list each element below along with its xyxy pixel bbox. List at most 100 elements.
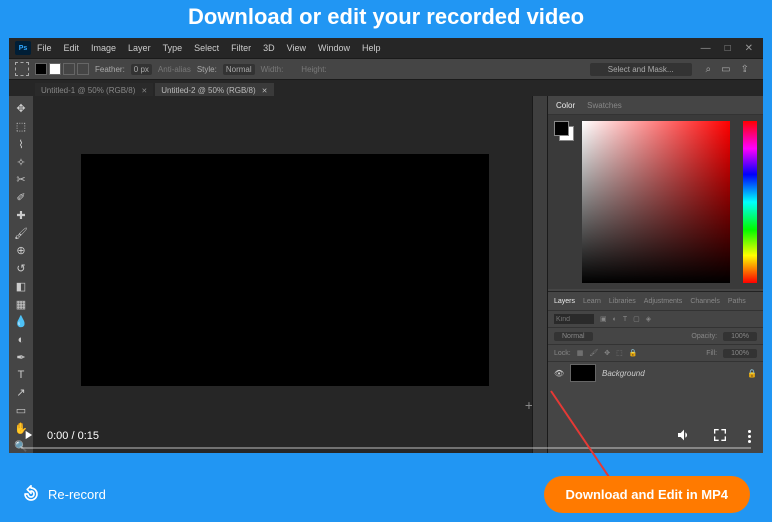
healing-tool-icon[interactable]: ✚: [12, 209, 30, 223]
brush-tool-icon[interactable]: 🖌: [12, 226, 30, 240]
dodge-tool-icon[interactable]: ◐: [12, 333, 30, 347]
footer-bar: Re-record Download and Edit in MP4: [0, 466, 772, 522]
right-panels: Color Swatches Layers Learn Libraries Ad…: [547, 96, 763, 453]
tab-channels[interactable]: Channels: [690, 298, 720, 305]
minimize-icon[interactable]: —: [701, 43, 711, 54]
title-bar: Ps File Edit Image Layer Type Select Fil…: [9, 38, 763, 58]
opacity-input[interactable]: 100%: [723, 332, 757, 341]
video-controls: 0:00 / 0:15: [9, 419, 763, 453]
lock-all-icon[interactable]: 🔒: [629, 349, 638, 357]
blur-tool-icon[interactable]: 💧: [12, 315, 30, 329]
refresh-icon: [22, 485, 40, 503]
tab-libraries[interactable]: Libraries: [609, 298, 636, 305]
history-brush-icon[interactable]: ↺: [12, 262, 30, 276]
marquee-tool-icon[interactable]: [15, 62, 29, 76]
options-bar: Feather: 0 px Anti-alias Style: Normal W…: [9, 58, 763, 80]
crop-tool-icon[interactable]: ✂: [12, 173, 30, 187]
fg-bg-swatch[interactable]: [554, 121, 574, 141]
workspace-icon[interactable]: ▭: [721, 64, 730, 75]
lock-position-icon[interactable]: ✥: [604, 349, 610, 357]
saturation-field[interactable]: [582, 121, 730, 283]
selection-mode-icons[interactable]: [35, 63, 89, 75]
filter-type-icon[interactable]: T: [623, 316, 627, 323]
layer-thumbnail[interactable]: [570, 364, 596, 382]
tab-swatches[interactable]: Swatches: [587, 101, 622, 110]
menu-window[interactable]: Window: [318, 43, 350, 53]
re-record-label: Re-record: [48, 487, 106, 502]
select-mask-button[interactable]: Select and Mask...: [590, 63, 692, 76]
share-icon[interactable]: ⇪: [741, 64, 749, 75]
fill-label: Fill:: [706, 350, 717, 357]
tab-paths[interactable]: Paths: [728, 298, 746, 305]
video-time: 0:00 / 0:15: [47, 430, 99, 442]
menu-type[interactable]: Type: [163, 43, 183, 53]
more-options-icon[interactable]: [748, 430, 751, 443]
visibility-icon[interactable]: 👁: [554, 369, 564, 378]
maximize-icon[interactable]: □: [725, 43, 731, 54]
canvas-area: +: [33, 96, 547, 453]
menu-select[interactable]: Select: [194, 43, 219, 53]
filter-adjust-icon[interactable]: ◐: [613, 316, 617, 323]
style-select[interactable]: Normal: [223, 64, 255, 75]
menu-view[interactable]: View: [287, 43, 306, 53]
menu-file[interactable]: File: [37, 43, 52, 53]
re-record-button[interactable]: Re-record: [22, 485, 106, 503]
tab-learn[interactable]: Learn: [583, 298, 601, 305]
document-canvas[interactable]: [81, 154, 489, 386]
wand-tool-icon[interactable]: ✧: [12, 155, 30, 169]
color-picker: [548, 115, 763, 289]
menu-layer[interactable]: Layer: [128, 43, 151, 53]
filter-pixel-icon[interactable]: ▣: [600, 315, 607, 323]
filter-shape-icon[interactable]: ▢: [633, 315, 640, 323]
tab-adjustments[interactable]: Adjustments: [644, 298, 683, 305]
tab-layers[interactable]: Layers: [554, 298, 575, 305]
fullscreen-icon[interactable]: [712, 427, 728, 446]
width-label: Width:: [261, 65, 284, 74]
tab-close-icon[interactable]: ✕: [141, 87, 147, 95]
lock-artboard-icon[interactable]: ⬚: [616, 349, 623, 357]
move-tool-icon[interactable]: ✥: [12, 102, 30, 116]
height-label: Height:: [301, 65, 326, 74]
gradient-tool-icon[interactable]: ▦: [12, 297, 30, 311]
menu-image[interactable]: Image: [91, 43, 116, 53]
layer-name-label: Background: [602, 369, 645, 378]
video-progress-bar[interactable]: [21, 447, 751, 449]
marquee-tool-icon[interactable]: ⬚: [12, 120, 30, 134]
blend-mode-select[interactable]: Normal: [554, 332, 593, 341]
collapsed-panel-strip[interactable]: [532, 96, 547, 453]
menu-filter[interactable]: Filter: [231, 43, 251, 53]
volume-icon[interactable]: [676, 427, 692, 446]
lock-transparency-icon[interactable]: ▦: [577, 349, 584, 357]
download-edit-button[interactable]: Download and Edit in MP4: [544, 476, 751, 513]
antialias-label: Anti-alias: [158, 65, 191, 74]
play-button[interactable]: [21, 428, 35, 445]
hue-slider[interactable]: [743, 121, 757, 283]
filter-smart-icon[interactable]: ◈: [646, 315, 651, 323]
tools-panel: ✥ ⬚ ⌇ ✧ ✂ ✐ ✚ 🖌 ⊕ ↺ ◧ ▦ 💧 ◐ ✒ T ↗ ▭ ✋ 🔍: [9, 96, 33, 453]
path-tool-icon[interactable]: ↗: [12, 386, 30, 400]
menu-3d[interactable]: 3D: [263, 43, 275, 53]
layer-filter-input[interactable]: [554, 314, 594, 324]
feather-input[interactable]: 0 px: [131, 64, 152, 75]
eraser-tool-icon[interactable]: ◧: [12, 280, 30, 294]
eyedropper-tool-icon[interactable]: ✐: [12, 191, 30, 205]
fill-input[interactable]: 100%: [723, 349, 757, 358]
close-icon[interactable]: ✕: [745, 43, 753, 54]
layer-background[interactable]: 👁 Background 🔒: [548, 362, 763, 384]
opacity-label: Opacity:: [691, 333, 717, 340]
style-label: Style:: [197, 65, 217, 74]
pen-tool-icon[interactable]: ✒: [12, 351, 30, 365]
shape-tool-icon[interactable]: ▭: [12, 404, 30, 418]
type-tool-icon[interactable]: T: [12, 368, 30, 382]
lock-icon: 🔒: [747, 369, 757, 378]
lock-pixels-icon[interactable]: 🖌: [589, 349, 598, 357]
stamp-tool-icon[interactable]: ⊕: [12, 244, 30, 258]
search-icon[interactable]: ⌕: [706, 64, 712, 75]
menu-edit[interactable]: Edit: [64, 43, 80, 53]
lasso-tool-icon[interactable]: ⌇: [12, 138, 30, 152]
tab-close-icon[interactable]: ✕: [262, 87, 268, 95]
main-menu: File Edit Image Layer Type Select Filter…: [37, 43, 381, 53]
lock-label: Lock:: [554, 350, 571, 357]
tab-color[interactable]: Color: [556, 101, 575, 110]
menu-help[interactable]: Help: [362, 43, 381, 53]
